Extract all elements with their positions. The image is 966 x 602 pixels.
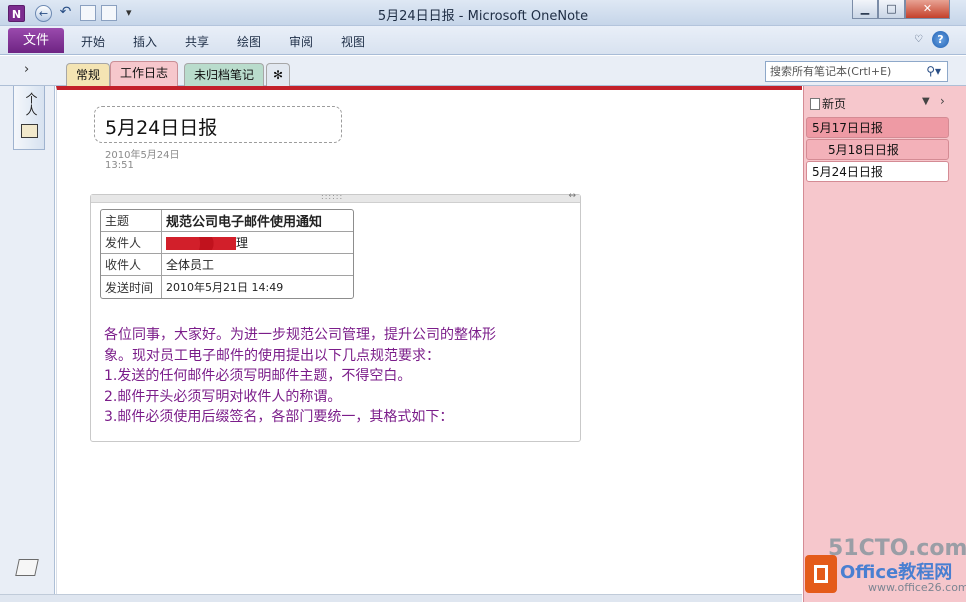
help-icon[interactable]: ? (932, 31, 949, 48)
body-line[interactable]: 3.邮件必须使用后缀签名，各部门要统一，其格式如下： (104, 407, 574, 428)
body-line[interactable]: 1.发送的任何邮件必须写明邮件主题，不得空白。 (104, 366, 574, 387)
tab-home[interactable]: 开始 (81, 33, 105, 50)
title-bar: N ← ↶ ▾ 5月24日日报 - Microsoft OneNote ▁ □ … (0, 0, 966, 26)
office-logo-icon (805, 555, 837, 593)
section-tab-work-log[interactable]: 工作日志 (110, 61, 179, 86)
body-line[interactable]: 2.邮件开头必须写明对收件人的称谓。 (104, 387, 574, 408)
body-line[interactable]: 象。现对员工电子邮件的使用提出以下几点规范要求： (104, 346, 574, 367)
redaction-mark (166, 237, 236, 250)
page-title[interactable]: 5月24日日报 (105, 113, 217, 140)
window-title: 5月24日日报 - Microsoft OneNote (377, 9, 589, 24)
section-tabs-bar: › 常规 工作日志 未归档笔记 ✻ 搜索所有笔记本(Crtl+E) ⚲▾ (0, 56, 966, 86)
page-tabs-pane: 新页 ▼ › 5月17日日报 5月18日日报 5月24日日报 (803, 86, 966, 602)
tab-share[interactable]: 共享 (185, 33, 209, 50)
new-page-icon (810, 98, 820, 110)
search-placeholder: 搜索所有笔记本(Crtl+E) (770, 65, 892, 78)
new-page-dropdown-icon[interactable]: ▼ (922, 96, 930, 107)
notebook-personal[interactable]: 个人 (13, 86, 45, 150)
note-body[interactable]: 各位同事，大家好。为进一步规范公司管理，提升公司的整体形 象。现对员工电子邮件的… (104, 325, 574, 428)
notebook-icon (21, 124, 38, 138)
table-row: 发件人 理 (101, 232, 353, 254)
tab-view[interactable]: 视图 (341, 33, 365, 50)
page-item[interactable]: 5月18日日报 (806, 139, 949, 160)
page-date: 2010年5月24日 (105, 150, 180, 161)
page-item-active[interactable]: 5月24日日报 (806, 161, 949, 182)
table-key[interactable]: 收件人 (101, 254, 162, 276)
email-info-table[interactable]: 主题 规范公司电子邮件使用通知 发件人 理 收件人 全体员工 发送时间 2010… (100, 209, 354, 299)
table-row: 收件人 全体员工 (101, 254, 353, 276)
page-canvas[interactable]: 5月24日日报 2010年5月24日 13:51 :::::: ↔ 主题 规范公… (56, 86, 802, 594)
search-icon[interactable]: ⚲▾ (926, 62, 941, 81)
section-tab-general[interactable]: 常规 (66, 63, 111, 86)
bottom-border (0, 594, 802, 602)
table-value[interactable]: 全体员工 (162, 254, 353, 276)
tab-file[interactable]: 文件 (8, 28, 64, 53)
ribbon: 文件 开始 插入 共享 绘图 审阅 视图 ♡ ? (0, 26, 966, 55)
new-page-label: 新页 (822, 97, 847, 111)
new-section-icon[interactable]: ✻ (266, 63, 291, 86)
collapse-pane-icon[interactable]: › (940, 94, 945, 108)
new-page-button[interactable]: 新页 (810, 95, 846, 112)
table-row: 发送时间 2010年5月21日 14:49 (101, 276, 353, 298)
maximize-button[interactable]: □ (878, 0, 905, 19)
table-value[interactable]: 2010年5月21日 14:49 (162, 276, 353, 298)
watermark-url: www.office26.com (868, 581, 966, 594)
page-title-box[interactable]: 5月24日日报 (94, 106, 342, 143)
page-time: 13:51 (105, 160, 134, 171)
section-tab-unfiled[interactable]: 未归档笔记 (184, 63, 265, 86)
notebook-pane: 个人 (0, 86, 55, 602)
tab-review[interactable]: 审阅 (289, 33, 313, 50)
tab-draw[interactable]: 绘图 (237, 33, 261, 50)
tab-insert[interactable]: 插入 (133, 33, 157, 50)
body-line[interactable]: 各位同事，大家好。为进一步规范公司管理，提升公司的整体形 (104, 325, 574, 346)
table-row: 主题 规范公司电子邮件使用通知 (101, 210, 353, 232)
sender-suffix: 理 (236, 236, 249, 250)
table-key[interactable]: 发送时间 (101, 276, 162, 298)
notebook-label: 个人 (24, 92, 38, 116)
table-key[interactable]: 主题 (101, 210, 162, 232)
unfiled-notes-icon[interactable] (15, 559, 39, 576)
page-item[interactable]: 5月17日日报 (806, 117, 949, 138)
drag-grip-icon[interactable]: :::::: (321, 192, 343, 201)
close-button[interactable]: ✕ (905, 0, 950, 19)
table-key[interactable]: 发件人 (101, 232, 162, 254)
resize-icon[interactable]: ↔ (568, 191, 576, 201)
minimize-ribbon-icon[interactable]: ♡ (914, 34, 923, 45)
minimize-button[interactable]: ▁ (852, 0, 878, 19)
note-container[interactable]: :::::: ↔ 主题 规范公司电子邮件使用通知 发件人 理 收件人 全体员工 … (90, 191, 581, 442)
note-container-handle[interactable]: :::::: ↔ (91, 191, 580, 203)
expand-navigation-icon[interactable]: › (24, 62, 29, 77)
table-value-redacted[interactable]: 理 (162, 232, 353, 254)
search-input[interactable]: 搜索所有笔记本(Crtl+E) ⚲▾ (765, 61, 948, 82)
table-value[interactable]: 规范公司电子邮件使用通知 (162, 210, 353, 232)
